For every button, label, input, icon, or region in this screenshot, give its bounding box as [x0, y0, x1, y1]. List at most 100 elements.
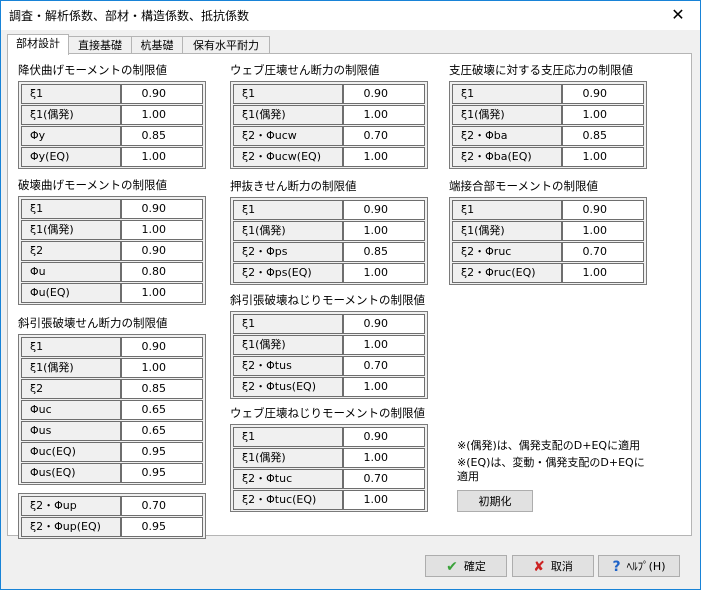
coef-label: ξ2・Φruc — [452, 242, 562, 262]
init-button[interactable]: 初期化 — [457, 490, 533, 512]
help-button[interactable]: ? ﾍﾙﾌﾟ(H) — [598, 555, 680, 577]
coef-table-3: ξ1 0.90 ξ1(偶発) 1.00 ξ2・Φucw 0.70 ξ2・Φucw(EQ) 1.… — [230, 81, 428, 169]
coef-value-input[interactable]: 0.65 — [121, 400, 203, 420]
coef-value-input[interactable]: 1.00 — [562, 221, 644, 241]
tab-panel: 降伏曲げモーメントの制限値 ξ1 0.90 ξ1(偶発) 1.00 Φy 0.85 Φy(EQ… — [7, 53, 692, 539]
coef-label: ξ1 — [21, 84, 121, 104]
dialog-window: 調査・解析係数、部材・構造係数、抵抗係数 ✕ 部材設計 直接基礎 杭基礎 保有水… — [0, 0, 701, 590]
close-icon[interactable]: ✕ — [656, 1, 700, 30]
coef-value-input[interactable]: 0.85 — [562, 126, 644, 146]
coef-value-input[interactable]: 0.85 — [343, 242, 425, 262]
coef-label: Φy(EQ) — [21, 147, 121, 167]
coef-label: ξ1 — [452, 84, 562, 104]
coef-value-input[interactable]: 0.90 — [343, 84, 425, 104]
coef-label: ξ1 — [452, 200, 562, 220]
coef-value-input[interactable]: 1.00 — [121, 147, 203, 167]
coef-value-input[interactable]: 1.00 — [343, 221, 425, 241]
coef-label: ξ2・Φps — [233, 242, 343, 262]
coef-label: ξ2・Φup — [21, 496, 121, 516]
coef-table-6: ξ1 0.90 ξ1(偶発) 1.00 ξ2・Φtuc 0.70 ξ2・Φtuc(EQ) 1.… — [230, 424, 428, 512]
section-title-7: 支圧破壊に対する支圧応力の制限値 — [449, 63, 633, 77]
coef-label: ξ2・Φtuc(EQ) — [233, 490, 343, 510]
coef-label: ξ2・Φup(EQ) — [21, 517, 121, 537]
cancel-label: 取消 — [550, 560, 573, 573]
coef-table-1: ξ1 0.90 ξ1(偶発) 1.00 ξ2 0.90 Φu 0.80 Φu(EQ) 1.00 — [18, 196, 206, 305]
coef-label: ξ1(偶発) — [21, 220, 121, 240]
coef-value-input[interactable]: 1.00 — [343, 490, 425, 510]
coef-table-5: ξ1 0.90 ξ1(偶発) 1.00 ξ2・Φtus 0.70 ξ2・Φtus(EQ) 1.… — [230, 311, 428, 399]
coef-table-7: ξ1 0.90 ξ1(偶発) 1.00 ξ2・Φba 0.85 ξ2・Φba(EQ) 1.00 — [449, 81, 647, 169]
coef-value-input[interactable]: 0.90 — [121, 241, 203, 261]
tab-horizontal-strength[interactable]: 保有水平耐力 — [182, 36, 270, 54]
note-accidental: ※(偶発)は、偶発支配のD+EQに適用 — [457, 439, 641, 452]
tab-member-design[interactable]: 部材設計 — [7, 34, 69, 55]
coef-value-input[interactable]: 1.00 — [562, 147, 644, 167]
coef-value-input[interactable]: 0.70 — [343, 469, 425, 489]
coef-label: Φus — [21, 421, 121, 441]
coef-value-input[interactable]: 1.00 — [562, 105, 644, 125]
section-title-0: 降伏曲げモーメントの制限値 — [18, 63, 168, 77]
coef-value-input[interactable]: 1.00 — [121, 283, 203, 303]
coef-value-input[interactable]: 0.90 — [121, 199, 203, 219]
tab-direct-foundation[interactable]: 直接基礎 — [68, 36, 132, 54]
coef-value-input[interactable]: 1.00 — [343, 147, 425, 167]
coef-value-input[interactable]: 0.70 — [562, 242, 644, 262]
coef-value-input[interactable]: 0.85 — [121, 126, 203, 146]
coef-label: ξ2・Φps(EQ) — [233, 263, 343, 283]
coef-label: ξ2・Φtuc — [233, 469, 343, 489]
coef-value-input[interactable]: 1.00 — [343, 335, 425, 355]
coef-value-input[interactable]: 0.90 — [343, 314, 425, 334]
coef-value-input[interactable]: 0.85 — [121, 379, 203, 399]
section-title-2: 斜引張破壊せん断力の制限値 — [18, 316, 168, 330]
coef-value-input[interactable]: 1.00 — [343, 377, 425, 397]
note-eq-cont: 適用 — [457, 470, 479, 483]
coef-label: ξ1(偶発) — [452, 221, 562, 241]
coef-label: ξ2・Φtus(EQ) — [233, 377, 343, 397]
coef-value-input[interactable]: 1.00 — [121, 358, 203, 378]
coef-value-input[interactable]: 1.00 — [121, 105, 203, 125]
coef-table-0: ξ1 0.90 ξ1(偶発) 1.00 Φy 0.85 Φy(EQ) 1.00 — [18, 81, 206, 169]
coef-value-input[interactable]: 0.90 — [121, 84, 203, 104]
coef-label: ξ1(偶発) — [233, 221, 343, 241]
coef-value-input[interactable]: 0.90 — [343, 200, 425, 220]
coef-value-input[interactable]: 0.70 — [343, 356, 425, 376]
coef-label: ξ2・Φba — [452, 126, 562, 146]
coef-label: ξ1(偶発) — [233, 335, 343, 355]
question-icon: ? — [612, 559, 621, 575]
coef-value-input[interactable]: 0.95 — [121, 442, 203, 462]
coef-label: ξ2・Φba(EQ) — [452, 147, 562, 167]
title-bar: 調査・解析係数、部材・構造係数、抵抗係数 ✕ — [1, 1, 700, 30]
coef-label: ξ1(偶発) — [21, 358, 121, 378]
coef-table-8: ξ1 0.90 ξ1(偶発) 1.00 ξ2・Φruc 0.70 ξ2・Φruc(EQ) 1.… — [449, 197, 647, 285]
coef-value-input[interactable]: 0.70 — [343, 126, 425, 146]
coef-label: ξ1(偶発) — [452, 105, 562, 125]
coef-value-input[interactable]: 0.90 — [562, 200, 644, 220]
tab-pile-foundation[interactable]: 杭基礎 — [131, 36, 183, 54]
coef-label: Φus(EQ) — [21, 463, 121, 483]
coef-value-input[interactable]: 0.80 — [121, 262, 203, 282]
coef-value-input[interactable]: 0.90 — [121, 337, 203, 357]
coef-label: ξ1 — [233, 427, 343, 447]
coef-label: ξ1 — [233, 84, 343, 104]
coef-value-input[interactable]: 1.00 — [343, 448, 425, 468]
coef-table-4: ξ1 0.90 ξ1(偶発) 1.00 ξ2・Φps 0.85 ξ2・Φps(EQ) 1.00 — [230, 197, 428, 285]
coef-label: ξ2 — [21, 379, 121, 399]
section-title-6: ウェブ圧壊ねじりモーメントの制限値 — [230, 406, 426, 420]
coef-value-input[interactable]: 0.90 — [562, 84, 644, 104]
coef-value-input[interactable]: 1.00 — [343, 263, 425, 283]
coef-value-input[interactable]: 0.65 — [121, 421, 203, 441]
coef-value-input[interactable]: 1.00 — [343, 105, 425, 125]
coef-label: ξ1(偶発) — [233, 105, 343, 125]
coef-value-input[interactable]: 0.95 — [121, 517, 203, 537]
coef-label: ξ2 — [21, 241, 121, 261]
ok-button[interactable]: ✔ 確定 — [425, 555, 507, 577]
coef-label: ξ2・Φucw — [233, 126, 343, 146]
section-title-4: 押抜きせん断力の制限値 — [230, 179, 357, 193]
coef-label: ξ1 — [21, 199, 121, 219]
coef-value-input[interactable]: 0.90 — [343, 427, 425, 447]
coef-value-input[interactable]: 1.00 — [562, 263, 644, 283]
coef-value-input[interactable]: 0.70 — [121, 496, 203, 516]
cancel-button[interactable]: ✘ 取消 — [512, 555, 594, 577]
coef-value-input[interactable]: 1.00 — [121, 220, 203, 240]
coef-value-input[interactable]: 0.95 — [121, 463, 203, 483]
